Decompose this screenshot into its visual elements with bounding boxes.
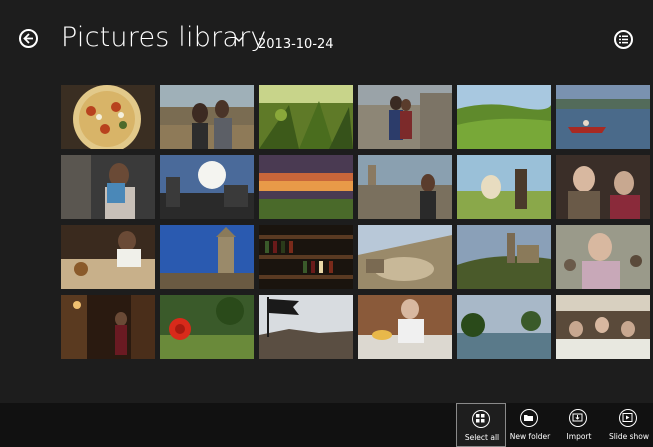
photo-tile[interactable]	[358, 295, 452, 359]
photo-tile[interactable]	[556, 295, 650, 359]
photo-tile[interactable]	[61, 295, 155, 359]
slide-show-label: Slide show	[608, 432, 650, 441]
header-bar: Pictures library 2013-10-24	[0, 0, 653, 80]
photo-grid	[61, 85, 653, 360]
photo-tile[interactable]	[457, 295, 551, 359]
back-button[interactable]	[19, 29, 38, 48]
photo-tile[interactable]	[358, 225, 452, 289]
slide-show-icon	[619, 409, 637, 427]
photo-tile[interactable]	[556, 155, 650, 219]
photo-tile[interactable]	[61, 155, 155, 219]
new-folder-icon	[520, 409, 538, 427]
photo-tile[interactable]	[61, 85, 155, 149]
photo-tile[interactable]	[61, 225, 155, 289]
library-date: 2013-10-24	[258, 37, 334, 52]
photo-tile[interactable]	[160, 85, 254, 149]
photo-tile[interactable]	[259, 295, 353, 359]
photo-tile[interactable]	[358, 155, 452, 219]
photo-tile[interactable]	[457, 225, 551, 289]
photo-tile[interactable]	[259, 225, 353, 289]
slide-show-button[interactable]: Slide show	[604, 403, 653, 447]
photo-tile[interactable]	[160, 155, 254, 219]
list-view-icon	[619, 35, 628, 44]
back-arrow-icon	[23, 33, 33, 44]
chevron-down-icon[interactable]	[234, 34, 244, 44]
view-options-button[interactable]	[614, 30, 633, 49]
select-all-icon	[472, 410, 490, 428]
photo-tile[interactable]	[457, 155, 551, 219]
photo-tile[interactable]	[160, 295, 254, 359]
import-icon	[569, 409, 587, 427]
photo-tile[interactable]	[556, 225, 650, 289]
photo-tile[interactable]	[556, 85, 650, 149]
photo-tile[interactable]	[160, 225, 254, 289]
import-button[interactable]: Import	[554, 403, 604, 447]
app-bar: Select all New folder Import Slide show	[0, 403, 653, 447]
photo-tile[interactable]	[259, 85, 353, 149]
photo-tile[interactable]	[358, 85, 452, 149]
photo-tile[interactable]	[259, 155, 353, 219]
photo-tile[interactable]	[457, 85, 551, 149]
